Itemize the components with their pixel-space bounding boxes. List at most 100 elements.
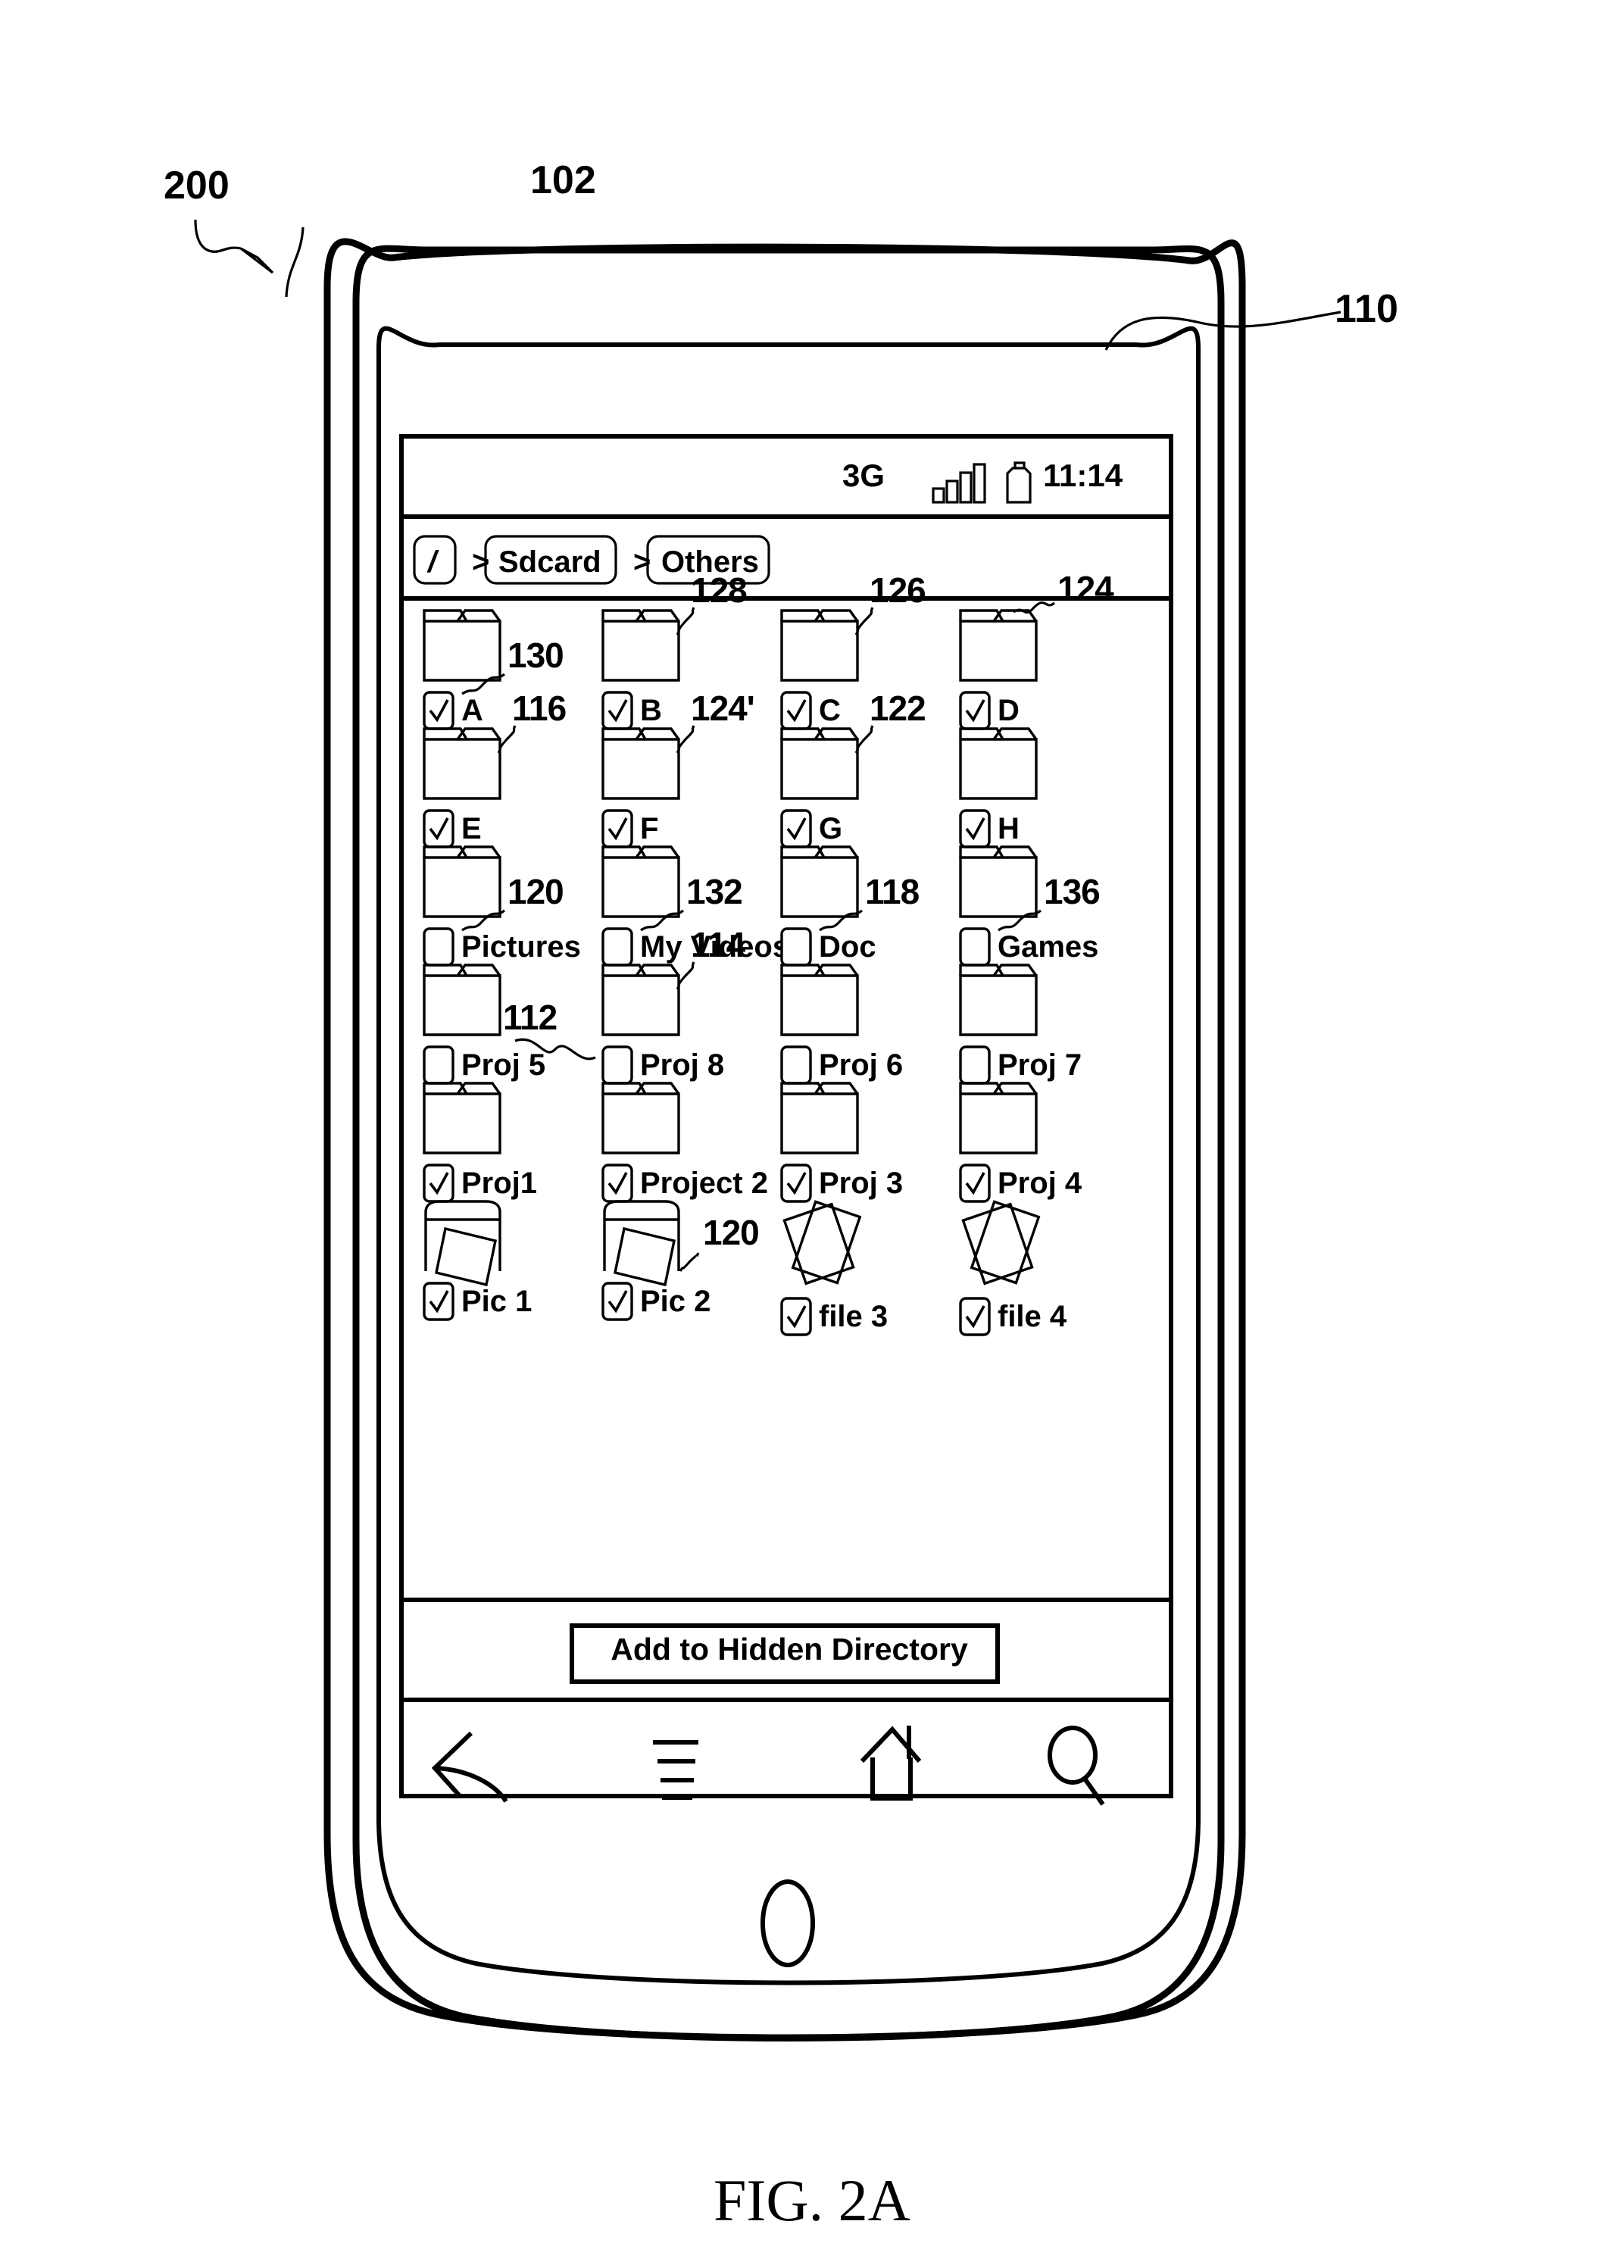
grid-item-label: Proj 7 — [998, 1048, 1082, 1082]
grid-item-label-row[interactable]: file 3 — [780, 1297, 888, 1336]
grid-item-checkbox[interactable] — [601, 1045, 633, 1085]
grid-item-label: file 3 — [819, 1299, 889, 1333]
grid-item-icon[interactable] — [959, 1200, 1048, 1289]
grid-item-checkbox[interactable] — [601, 1164, 633, 1203]
grid-item-label-row[interactable]: G — [780, 809, 842, 848]
grid-item-label-row[interactable]: Proj 4 — [959, 1164, 1082, 1203]
checkbox-unchecked-icon[interactable] — [423, 1045, 454, 1085]
grid-item-label-row[interactable]: Project 2 — [601, 1164, 768, 1203]
folder-icon[interactable] — [959, 964, 1038, 1036]
checkbox-checked-icon[interactable] — [601, 809, 633, 848]
checkbox-unchecked-icon[interactable] — [780, 1045, 812, 1085]
grid-item-label-row[interactable]: Proj 3 — [780, 1164, 903, 1203]
checkbox-checked-icon[interactable] — [959, 1164, 991, 1203]
grid-item-checkbox[interactable] — [780, 691, 812, 730]
grid-item-checkbox[interactable] — [780, 1297, 812, 1336]
grid-item-icon[interactable] — [423, 1082, 501, 1154]
grid-item-label: file 4 — [998, 1299, 1067, 1333]
folder-icon[interactable] — [423, 1082, 501, 1154]
home-hardware-button[interactable] — [760, 1879, 815, 1967]
grid-item-label-row[interactable]: Proj1 — [423, 1164, 537, 1203]
grid-item-label-row[interactable]: Proj 6 — [780, 1045, 903, 1085]
breadcrumb: / > Sdcard > Others — [401, 517, 1171, 598]
checkbox-checked-icon[interactable] — [959, 1297, 991, 1336]
grid-item-checkbox[interactable] — [423, 809, 454, 848]
grid-item-checkbox[interactable] — [601, 1282, 633, 1321]
breadcrumb-item-root[interactable]: / — [428, 545, 436, 579]
checkbox-unchecked-icon[interactable] — [601, 1045, 633, 1085]
ref-112: 112 — [503, 998, 557, 1037]
status-network: 3G — [842, 458, 885, 493]
ref-128: 128 — [691, 570, 748, 610]
checkbox-checked-icon[interactable] — [780, 1164, 812, 1203]
ref-118: 118 — [865, 872, 920, 911]
grid-item-checkbox[interactable] — [959, 809, 991, 848]
folder-icon[interactable] — [423, 964, 501, 1036]
folder-icon[interactable] — [601, 1082, 680, 1154]
checkbox-checked-icon[interactable] — [959, 691, 991, 730]
grid-item-checkbox[interactable] — [780, 1045, 812, 1085]
grid-item-checkbox[interactable] — [601, 691, 633, 730]
checkbox-checked-icon[interactable] — [423, 1164, 454, 1203]
grid-item-checkbox[interactable] — [959, 1297, 991, 1336]
grid-item-icon[interactable] — [423, 1200, 501, 1287]
ref-110: 110 — [1335, 287, 1398, 331]
grid-item-icon[interactable] — [959, 964, 1038, 1036]
grid-item-label-row[interactable]: Proj 7 — [959, 1045, 1082, 1085]
grid-item-label-row[interactable]: Pic 1 — [423, 1282, 532, 1321]
grid-item-checkbox[interactable] — [959, 1045, 991, 1085]
add-to-hidden-directory-button[interactable]: Add to Hidden Directory — [576, 1632, 1002, 1667]
grid-item-label-row[interactable]: C — [780, 691, 841, 730]
grid-item-checkbox[interactable] — [423, 1282, 454, 1321]
grid-item-icon[interactable] — [780, 1082, 859, 1154]
grid-item-label-row[interactable]: F — [601, 809, 658, 848]
grid-item-label-row[interactable]: B — [601, 691, 662, 730]
grid-item-label-row[interactable]: H — [959, 809, 1020, 848]
ref-200: 200 — [164, 164, 230, 208]
folder-icon[interactable] — [780, 1082, 859, 1154]
checkbox-checked-icon[interactable] — [780, 1297, 812, 1336]
checkbox-checked-icon[interactable] — [601, 1282, 633, 1321]
grid-item-icon[interactable] — [423, 964, 501, 1036]
checkbox-checked-icon[interactable] — [423, 1282, 454, 1321]
grid-item-label-row[interactable]: Proj 8 — [601, 1045, 724, 1085]
checkbox-checked-icon[interactable] — [959, 809, 991, 848]
grid-item-label: F — [640, 811, 659, 845]
grid-item-checkbox[interactable] — [601, 809, 633, 848]
ref-132: 132 — [686, 872, 743, 911]
grid-item-checkbox[interactable] — [780, 809, 812, 848]
checkbox-checked-icon[interactable] — [423, 809, 454, 848]
grid-item-icon[interactable] — [780, 1200, 870, 1289]
grid-item-checkbox[interactable] — [423, 1045, 454, 1085]
checkbox-checked-icon[interactable] — [780, 809, 812, 848]
breadcrumb-item-sdcard[interactable]: Sdcard — [498, 545, 601, 579]
ref-102: 102 — [530, 158, 596, 202]
grid-item-checkbox[interactable] — [780, 1164, 812, 1203]
ref-114: 114 — [691, 925, 745, 964]
stacked-papers-icon[interactable] — [780, 1200, 870, 1289]
checkbox-checked-icon[interactable] — [601, 691, 633, 730]
grid-item-icon[interactable] — [780, 964, 859, 1036]
grid-item-icon[interactable] — [959, 1082, 1038, 1154]
grid-item-label-row[interactable]: E — [423, 809, 482, 848]
stacked-papers-icon[interactable] — [959, 1200, 1048, 1289]
folder-icon[interactable] — [959, 1082, 1038, 1154]
folder-icon[interactable] — [780, 964, 859, 1036]
ref-126: 126 — [870, 570, 926, 610]
photo-album-icon[interactable] — [423, 1200, 501, 1287]
grid-item-label: G — [819, 811, 843, 845]
grid-item-checkbox[interactable] — [959, 1164, 991, 1203]
folder-icon[interactable] — [959, 727, 1038, 800]
ref-leader-102 — [285, 226, 304, 298]
grid-item-label-row[interactable]: D — [959, 691, 1020, 730]
checkbox-checked-icon[interactable] — [601, 1164, 633, 1203]
grid-item-icon[interactable] — [959, 727, 1038, 800]
grid-item-checkbox[interactable] — [423, 1164, 454, 1203]
grid-item-icon[interactable] — [601, 1082, 680, 1154]
checkbox-unchecked-icon[interactable] — [959, 1045, 991, 1085]
grid-item-checkbox[interactable] — [959, 691, 991, 730]
checkbox-checked-icon[interactable] — [780, 691, 812, 730]
breadcrumb-separator-2: > — [633, 545, 651, 579]
grid-item-label-row[interactable]: file 4 — [959, 1297, 1067, 1336]
figure-caption: FIG. 2A — [0, 2166, 1624, 2235]
